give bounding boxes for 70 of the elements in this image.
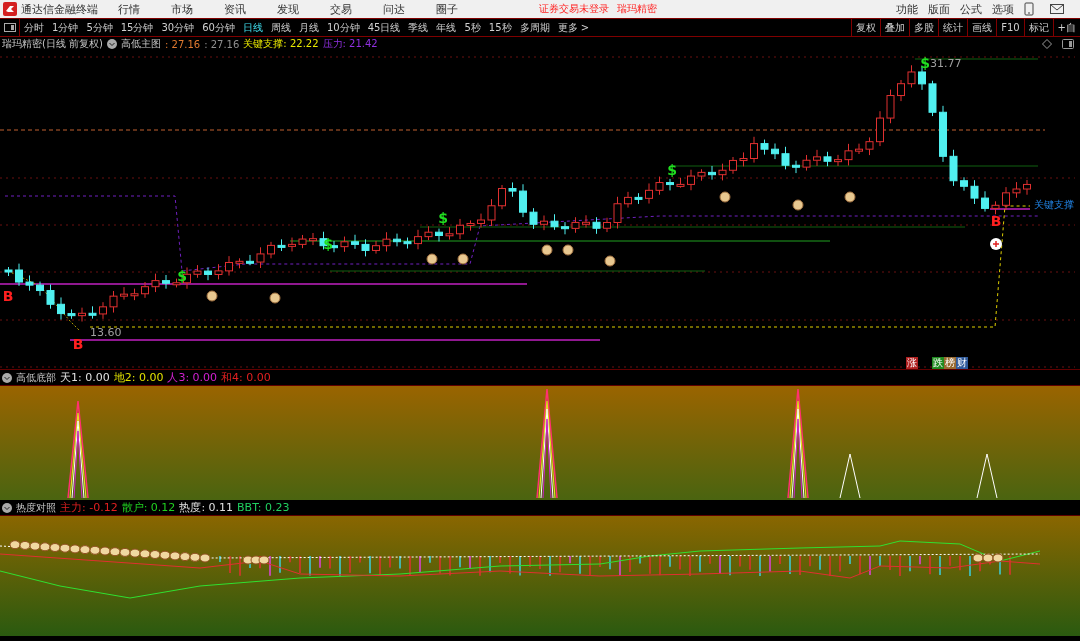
tag-badge[interactable]: 跌 xyxy=(932,357,944,369)
period-tab[interactable]: 日线 xyxy=(238,20,267,35)
period-tab[interactable]: 分时 xyxy=(20,20,48,35)
period-tab[interactable]: 5秒 xyxy=(460,20,485,35)
menu-item[interactable]: 版面 xyxy=(928,1,950,17)
status-notice: 瑞玛精密 xyxy=(617,2,657,16)
menu-item[interactable]: 市场 xyxy=(171,1,224,17)
stock-title: 瑞玛精密(日线 前复权) xyxy=(2,37,103,51)
indicator-name: 高低主图 xyxy=(121,37,161,51)
indicator-value: 主力: -0.12 xyxy=(60,500,118,515)
low-price-label: 13.60 xyxy=(90,326,122,339)
period-tab[interactable]: 45日线 xyxy=(363,20,405,35)
toolbar-button[interactable]: 叠加 xyxy=(880,19,910,36)
period-tab[interactable]: 60分钟 xyxy=(198,20,239,35)
tag-badge[interactable]: 财 xyxy=(956,357,968,369)
toolbar-button[interactable]: F10 xyxy=(996,19,1024,36)
menu-item[interactable]: 行情 xyxy=(118,1,171,17)
indicator-value: : 27.16 xyxy=(165,38,201,50)
trade-signal: $ xyxy=(920,55,930,71)
indicator-value: BBT: 0.23 xyxy=(237,501,290,514)
indicator-value: 热度: 0.11 xyxy=(179,500,234,515)
period-tab[interactable]: 周线 xyxy=(266,20,295,35)
menu-item[interactable]: 选项 xyxy=(992,1,1014,17)
trade-signal: B xyxy=(990,213,1002,229)
toolbar-button[interactable]: 标记 xyxy=(1023,19,1053,36)
trade-signal: $ xyxy=(177,268,187,284)
indicator-value: 和4: 0.00 xyxy=(221,370,271,385)
period-tab[interactable]: 多周期 xyxy=(515,20,554,35)
period-tab[interactable]: 月线 xyxy=(294,20,323,35)
indicator-value: 天1: 0.00 xyxy=(60,370,110,385)
indicator-name: 热度对照 xyxy=(16,500,56,515)
indicator-value: 关键支撑: 22.22 xyxy=(243,37,319,51)
menu-item[interactable]: 圈子 xyxy=(436,1,489,17)
period-tab[interactable]: 15分钟 xyxy=(116,20,158,35)
indicator-value: 压力: 21.42 xyxy=(322,37,378,51)
menu-item[interactable]: 发现 xyxy=(277,1,330,17)
trade-signal: B xyxy=(2,288,14,304)
period-tab[interactable]: 季线 xyxy=(404,20,433,35)
indicator-value: : 27.16 xyxy=(204,38,240,50)
toolbar-button[interactable]: 复权 xyxy=(851,19,881,36)
status-notice: 证券交易未登录 xyxy=(539,2,609,16)
high-price-label: 31.77 xyxy=(930,57,962,70)
trade-signal: $ xyxy=(667,162,677,178)
trade-signal: $ xyxy=(323,236,333,252)
toolbar-button[interactable]: +自 xyxy=(1052,19,1080,36)
trade-signal: $ xyxy=(438,210,448,226)
indicator-value: 散户: 0.12 xyxy=(121,500,176,515)
support-label: 关键支撑 xyxy=(1034,199,1074,210)
menu-item[interactable]: 功能 xyxy=(896,1,918,17)
period-tab[interactable]: 1分钟 xyxy=(48,20,83,35)
period-tab[interactable]: 30分钟 xyxy=(157,20,199,35)
indicator-value: 地2: 0.00 xyxy=(113,370,164,385)
period-tab[interactable]: 更多 > xyxy=(553,20,594,35)
period-tab[interactable]: 10分钟 xyxy=(322,20,364,35)
trade-signal: B xyxy=(72,336,84,352)
toolbar-button[interactable]: 多股 xyxy=(909,19,939,36)
tag-badge[interactable]: 涨 xyxy=(906,357,918,369)
menu-item[interactable]: 交易 xyxy=(330,1,383,17)
menu-item[interactable]: 资讯 xyxy=(224,1,277,17)
toolbar-button[interactable]: 统计 xyxy=(938,19,968,36)
tag-badge[interactable]: 榜 xyxy=(944,357,956,369)
period-tab[interactable]: 15秒 xyxy=(484,20,516,35)
menu-item[interactable]: 公式 xyxy=(960,1,982,17)
indicator-value: 人3: 0.00 xyxy=(167,370,218,385)
toolbar-button[interactable]: 画线 xyxy=(967,19,997,36)
menu-item[interactable]: 问达 xyxy=(383,1,436,17)
indicator-name: 高低底部 xyxy=(16,370,56,385)
period-tab[interactable]: 年线 xyxy=(432,20,461,35)
app-name: 通达信金融终端 xyxy=(21,1,98,17)
period-tab[interactable]: 5分钟 xyxy=(82,20,117,35)
